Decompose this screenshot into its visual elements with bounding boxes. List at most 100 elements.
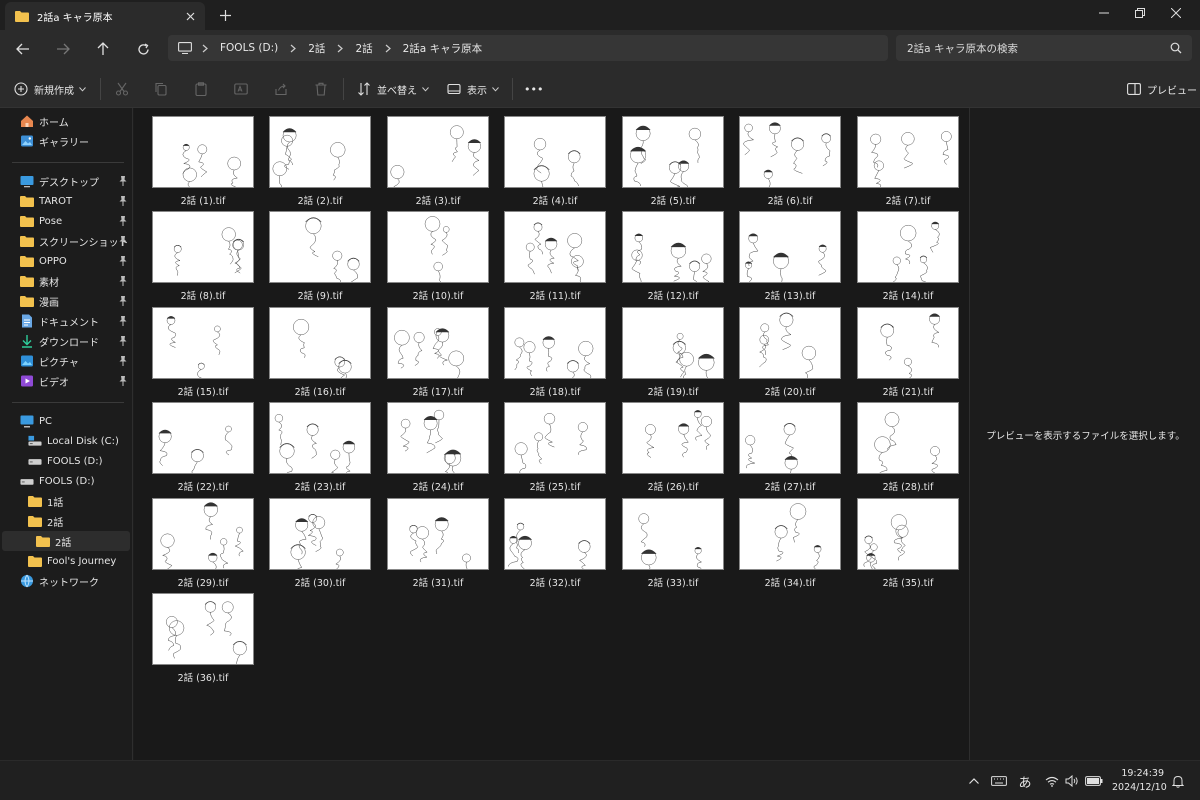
sidebar-item-pinned[interactable]: TAROT	[20, 191, 72, 211]
sidebar-item-pinned[interactable]: Pose	[20, 211, 62, 231]
refresh-button[interactable]	[132, 39, 154, 59]
cut-button[interactable]	[115, 78, 129, 100]
file-name[interactable]: 2話 (9).tif	[261, 288, 379, 302]
file-thumbnail[interactable]	[269, 498, 371, 570]
share-button[interactable]	[274, 78, 288, 100]
battery-icon[interactable]	[1084, 773, 1104, 789]
paste-button[interactable]	[194, 78, 208, 100]
sidebar-item-pinned[interactable]: スクリーンショット	[20, 231, 129, 251]
file-name[interactable]: 2話 (30).tif	[261, 575, 379, 589]
sidebar-tree-item[interactable]: FOOLS (D:)	[28, 451, 102, 471]
forward-button[interactable]	[52, 39, 74, 59]
file-thumbnail[interactable]	[857, 116, 959, 188]
file-name[interactable]: 2話 (26).tif	[614, 479, 732, 493]
sidebar-item-home[interactable]: ホーム	[20, 111, 69, 131]
file-name[interactable]: 2話 (34).tif	[731, 575, 849, 589]
sidebar-item-pinned[interactable]: ピクチャ	[20, 351, 79, 371]
sidebar-tree-item[interactable]: PC	[20, 411, 52, 431]
file-name[interactable]: 2話 (17).tif	[379, 384, 497, 398]
search-input[interactable]: 2話a キャラ原本の検索	[896, 35, 1192, 61]
file-name[interactable]: 2話 (22).tif	[144, 479, 262, 493]
sort-button[interactable]: 並べ替え	[357, 78, 429, 100]
file-name[interactable]: 2話 (15).tif	[144, 384, 262, 398]
file-thumbnail[interactable]	[622, 498, 724, 570]
file-thumbnail[interactable]	[622, 307, 724, 379]
sidebar-item-gallery[interactable]: ギャラリー	[20, 131, 89, 151]
chevron-right-icon[interactable]	[381, 41, 395, 55]
file-thumbnail[interactable]	[152, 116, 254, 188]
file-thumbnail[interactable]	[152, 211, 254, 283]
file-thumbnail[interactable]	[387, 402, 489, 474]
file-name[interactable]: 2話 (24).tif	[379, 479, 497, 493]
sidebar-tree-item[interactable]: 2話	[36, 531, 71, 551]
file-name[interactable]: 2話 (6).tif	[731, 193, 849, 207]
file-thumbnail[interactable]	[622, 211, 724, 283]
file-name[interactable]: 2話 (32).tif	[496, 575, 614, 589]
file-name[interactable]: 2話 (5).tif	[614, 193, 732, 207]
file-name[interactable]: 2話 (21).tif	[849, 384, 967, 398]
chevron-right-icon[interactable]	[198, 41, 212, 55]
file-name[interactable]: 2話 (7).tif	[849, 193, 967, 207]
chevron-right-icon[interactable]	[286, 41, 300, 55]
file-name[interactable]: 2話 (23).tif	[261, 479, 379, 493]
copy-button[interactable]	[154, 78, 168, 100]
file-thumbnail[interactable]	[504, 211, 606, 283]
file-name[interactable]: 2話 (10).tif	[379, 288, 497, 302]
sidebar-tree-item[interactable]: 2話	[28, 511, 63, 531]
file-name[interactable]: 2話 (28).tif	[849, 479, 967, 493]
back-button[interactable]	[12, 39, 34, 59]
file-thumbnail[interactable]	[739, 402, 841, 474]
file-thumbnail[interactable]	[622, 116, 724, 188]
rename-button[interactable]	[234, 78, 248, 100]
close-window-button[interactable]	[1158, 0, 1194, 26]
new-button[interactable]: 新規作成	[14, 78, 86, 100]
file-thumbnail[interactable]	[152, 593, 254, 665]
file-thumbnail[interactable]	[857, 211, 959, 283]
address-bar[interactable]: FOOLS (D:) 2話 2話 2話a キャラ原本	[168, 35, 888, 61]
breadcrumb-current[interactable]: 2話a キャラ原本	[395, 41, 490, 56]
tab-current[interactable]: 2話a キャラ原本	[5, 2, 205, 30]
sidebar-tree-item[interactable]: 1話	[28, 491, 63, 511]
file-name[interactable]: 2話 (13).tif	[731, 288, 849, 302]
file-name[interactable]: 2話 (29).tif	[144, 575, 262, 589]
file-thumbnail[interactable]	[152, 307, 254, 379]
file-name[interactable]: 2話 (12).tif	[614, 288, 732, 302]
maximize-button[interactable]	[1122, 0, 1158, 26]
sidebar-item-pinned[interactable]: 漫画	[20, 291, 59, 311]
file-thumbnail[interactable]	[269, 307, 371, 379]
file-name[interactable]: 2話 (31).tif	[379, 575, 497, 589]
file-name[interactable]: 2話 (8).tif	[144, 288, 262, 302]
file-thumbnail[interactable]	[739, 211, 841, 283]
file-thumbnail[interactable]	[504, 498, 606, 570]
file-name[interactable]: 2話 (25).tif	[496, 479, 614, 493]
delete-button[interactable]	[314, 78, 328, 100]
file-name[interactable]: 2話 (16).tif	[261, 384, 379, 398]
file-name[interactable]: 2話 (33).tif	[614, 575, 732, 589]
notification-bell-icon[interactable]	[1170, 773, 1186, 789]
up-button[interactable]	[92, 39, 114, 59]
file-thumbnail[interactable]	[152, 498, 254, 570]
sidebar-item-pinned[interactable]: デスクトップ	[20, 171, 99, 191]
minimize-button[interactable]	[1086, 0, 1122, 26]
keyboard-icon[interactable]	[990, 773, 1008, 789]
volume-icon[interactable]	[1064, 773, 1080, 789]
file-thumbnail[interactable]	[739, 307, 841, 379]
file-thumbnail[interactable]	[857, 498, 959, 570]
sidebar-item-pinned[interactable]: ビデオ	[20, 371, 69, 391]
breadcrumb-folder-1[interactable]: 2話	[300, 41, 333, 56]
breadcrumb-drive[interactable]: FOOLS (D:)	[212, 42, 286, 54]
file-thumbnail[interactable]	[622, 402, 724, 474]
file-thumbnail[interactable]	[504, 402, 606, 474]
file-name[interactable]: 2話 (11).tif	[496, 288, 614, 302]
file-name[interactable]: 2話 (18).tif	[496, 384, 614, 398]
file-thumbnail[interactable]	[269, 116, 371, 188]
file-thumbnail[interactable]	[152, 402, 254, 474]
search-icon[interactable]	[1170, 42, 1182, 54]
sidebar-tree-item[interactable]: Local Disk (C:)	[28, 431, 119, 451]
file-thumbnail[interactable]	[504, 307, 606, 379]
file-thumbnail[interactable]	[739, 116, 841, 188]
chevron-up-icon[interactable]	[966, 773, 982, 789]
new-tab-button[interactable]	[216, 6, 234, 24]
sidebar-item-pinned[interactable]: OPPO	[20, 251, 67, 271]
file-name[interactable]: 2話 (14).tif	[849, 288, 967, 302]
